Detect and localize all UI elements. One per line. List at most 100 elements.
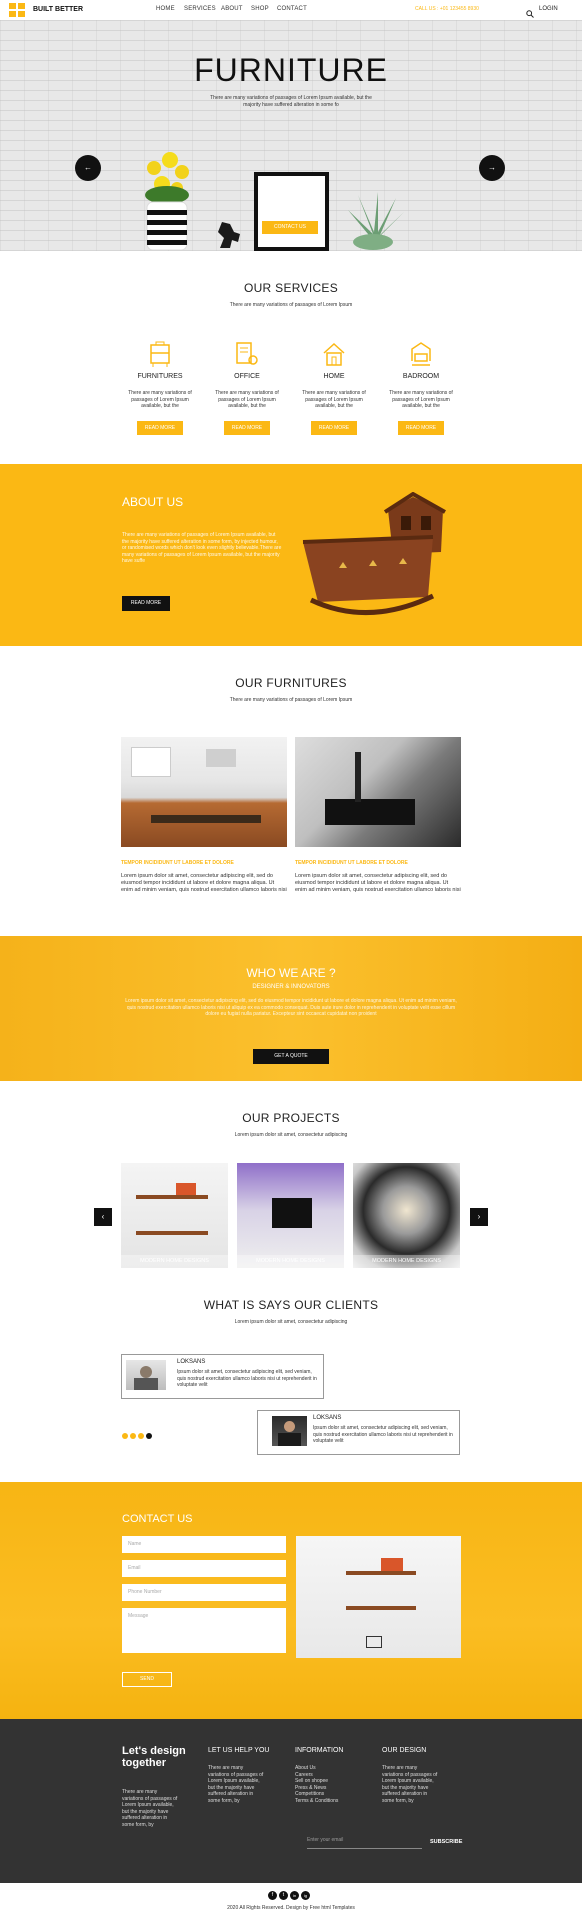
about-read-more-button[interactable]: READ MORE	[122, 596, 170, 611]
project-card[interactable]: MODERN HOME DESIGNS	[237, 1163, 344, 1268]
projects-prev-arrow-icon[interactable]: ‹	[94, 1208, 112, 1226]
phone-field[interactable]: Phone Number	[122, 1584, 286, 1601]
contact-shelf-image	[296, 1536, 461, 1658]
carousel-dot-active[interactable]	[146, 1433, 152, 1439]
who-title: WHO WE ARE ?	[246, 966, 336, 980]
service-text: There are many variations of passages of…	[302, 390, 366, 409]
footer-col3-title: INFORMATION	[295, 1747, 344, 1754]
bedroom-icon	[409, 341, 433, 367]
home-icon	[322, 341, 346, 367]
nav-home[interactable]: HOME	[156, 6, 175, 12]
clients-subtitle: Lorem ipsum dolor sit amet, consectetur …	[234, 1319, 348, 1325]
projects-subtitle: Lorem ipsum dolor sit amet, consectetur …	[234, 1132, 348, 1138]
footer-col4-text: There are many variations of passages of…	[382, 1765, 438, 1804]
about-text: There are many variations of passages of…	[122, 532, 282, 564]
read-more-button[interactable]: READ MORE	[311, 421, 357, 435]
phone-number[interactable]: CALL US : +01 123455 8930	[415, 6, 479, 12]
send-button[interactable]: SEND	[122, 1672, 172, 1687]
newsletter-email-input[interactable]: Enter your email	[307, 1837, 422, 1849]
read-more-button[interactable]: READ MORE	[224, 421, 270, 435]
service-name: FURNITURES	[137, 373, 183, 380]
hero-next-arrow-icon[interactable]: →	[479, 155, 505, 181]
nav-shop[interactable]: SHOP	[251, 6, 269, 12]
nav-services[interactable]: SERVICES	[184, 6, 216, 12]
hero-subtitle: There are many variations of passages of…	[210, 95, 372, 108]
email-field[interactable]: Email	[122, 1560, 286, 1577]
services-title: OUR SERVICES	[243, 281, 339, 295]
office-icon	[235, 341, 259, 367]
social-instagram-icon[interactable]: ig	[301, 1891, 310, 1900]
read-more-button[interactable]: READ MORE	[398, 421, 444, 435]
avatar	[126, 1360, 166, 1390]
furniture-heading: TEMPOR INCIDIDUNT UT LABORE ET DOLORE	[121, 860, 234, 866]
client-text: Ipsum dolor sit amet, consectetur adipis…	[313, 1425, 453, 1444]
message-field[interactable]: Message	[122, 1608, 286, 1653]
testimonial-card: LOKSANS Ipsum dolor sit amet, consectetu…	[257, 1410, 460, 1455]
service-card-home: HOME There are many variations of passag…	[294, 338, 374, 438]
service-card-bedroom: BADROOM There are many variations of pas…	[381, 338, 461, 438]
furnitures-subtitle: There are many variations of passages of…	[229, 697, 353, 703]
project-label: MODERN HOME DESIGNS	[140, 1258, 209, 1264]
service-name: HOME	[323, 373, 345, 380]
service-card-furnitures: FURNITURES There are many variations of …	[120, 338, 200, 438]
carousel-dot[interactable]	[130, 1433, 136, 1439]
services-subtitle: There are many variations of passages of…	[229, 302, 353, 308]
projects-title: OUR PROJECTS	[242, 1111, 340, 1125]
service-name: OFFICE	[234, 373, 260, 380]
footer-tagline: Let's design together	[122, 1745, 186, 1769]
hero-contact-button[interactable]: CONTACT US	[262, 221, 318, 234]
about-title: ABOUT US	[122, 495, 184, 509]
footer-col2-title: LET US HELP YOU	[208, 1747, 270, 1754]
read-more-button[interactable]: READ MORE	[137, 421, 183, 435]
brand-name[interactable]: BUILT BETTER	[33, 6, 83, 13]
contact-title: CONTACT US	[122, 1513, 193, 1525]
service-card-office: OFFICE There are many variations of pass…	[207, 338, 287, 438]
footer-col2-text: There are many variations of passages of…	[208, 1765, 264, 1804]
hero-banner: FURNITURE There are many variations of p…	[0, 0, 582, 251]
project-label: MODERN HOME DESIGNS	[372, 1258, 441, 1264]
service-name: BADROOM	[402, 373, 440, 380]
sink-image	[295, 737, 461, 847]
carousel-dot[interactable]	[122, 1433, 128, 1439]
social-twitter-icon[interactable]: t	[279, 1891, 288, 1900]
get-quote-button[interactable]: GET A QUOTE	[253, 1049, 329, 1064]
name-field[interactable]: Name	[122, 1536, 286, 1553]
picture-frame	[254, 172, 329, 251]
search-icon[interactable]	[526, 5, 534, 18]
nav-about[interactable]: ABOUT	[221, 6, 243, 12]
service-text: There are many variations of passages of…	[128, 390, 192, 409]
furnitures-title: OUR FURNITURES	[235, 676, 347, 690]
hero-prev-arrow-icon[interactable]: ←	[75, 155, 101, 181]
who-text: Lorem ipsum dolor sit amet, consectetur …	[125, 998, 457, 1017]
copyright-text: 2020 All Rights Reserved. Design by Free…	[227, 1905, 355, 1911]
carousel-dot[interactable]	[138, 1433, 144, 1439]
footer-col4-title: OUR DESIGN	[382, 1747, 427, 1754]
furniture-icon	[148, 341, 172, 367]
social-facebook-icon[interactable]: f	[268, 1891, 277, 1900]
project-card[interactable]: MODERN HOME DESIGNS	[121, 1163, 228, 1268]
horse-figurine-image	[214, 220, 242, 250]
project-label: MODERN HOME DESIGNS	[256, 1258, 325, 1264]
nav-contact[interactable]: CONTACT	[277, 6, 307, 12]
furniture-heading: TEMPOR INCIDIDUNT UT LABORE ET DOLORE	[295, 860, 408, 866]
client-name: LOKSANS	[177, 1359, 206, 1365]
wooden-cradle-image	[293, 491, 461, 622]
subscribe-button[interactable]: SUBSCRIBE	[430, 1839, 462, 1845]
about-section: ABOUT US There are many variations of pa…	[0, 464, 582, 646]
social-linkedin-icon[interactable]: in	[290, 1891, 299, 1900]
footer: Let's design together There are many var…	[0, 1719, 582, 1883]
login-link[interactable]: LOGIN	[539, 6, 558, 12]
hero-title: FURNITURE	[194, 52, 388, 88]
clients-title: WHAT IS SAYS OUR CLIENTS	[203, 1298, 379, 1312]
furniture-text: Lorem ipsum dolor sit amet, consectetur …	[121, 873, 287, 893]
succulent-plant-image	[338, 190, 408, 251]
projects-next-arrow-icon[interactable]: ›	[470, 1208, 488, 1226]
client-text: Ipsum dolor sit amet, consectetur adipis…	[177, 1369, 317, 1388]
top-header: BUILT BETTER HOME SERVICES ABOUT SHOP CO…	[0, 0, 582, 20]
logo-icon[interactable]	[9, 3, 25, 17]
plant-vase-image	[142, 150, 192, 251]
furniture-text: Lorem ipsum dolor sit amet, consectetur …	[295, 873, 461, 893]
footer-link-terms[interactable]: Terms & Conditions	[295, 1798, 338, 1805]
footer-about-text: There are many variations of passages of…	[122, 1789, 178, 1828]
project-card[interactable]: MODERN HOME DESIGNS	[353, 1163, 460, 1268]
